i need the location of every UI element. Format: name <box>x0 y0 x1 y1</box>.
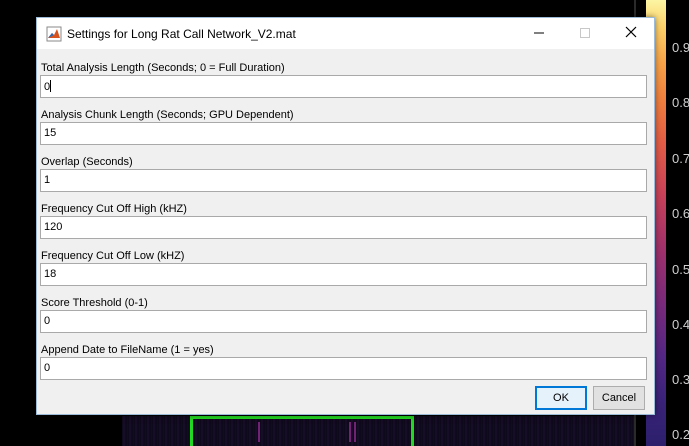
field-label-score-threshold: Score Threshold (0-1) <box>41 297 148 309</box>
close-icon <box>625 25 637 43</box>
append-date-input[interactable]: 0 <box>40 357 647 380</box>
close-button[interactable] <box>608 18 654 49</box>
dialog-title: Settings for Long Rat Call Network_V2.ma… <box>67 27 296 41</box>
maximize-icon <box>580 25 590 43</box>
colorbar-tick-label: 0.2 <box>672 427 689 442</box>
ok-button[interactable]: OK <box>535 386 587 410</box>
text-caret <box>50 80 52 92</box>
field-label-total-analysis-length: Total Analysis Length (Seconds; 0 = Full… <box>41 62 285 74</box>
call-selection-box[interactable] <box>190 416 414 446</box>
overlap-input[interactable]: 1 <box>40 169 647 192</box>
colorbar-tick-label: 0.3 <box>672 372 689 387</box>
frequency-cutoff-low-input[interactable]: 18 <box>40 263 647 286</box>
matlab-icon <box>46 26 62 42</box>
field-label-analysis-chunk-length: Analysis Chunk Length (Seconds; GPU Depe… <box>41 109 294 121</box>
colorbar-tick-label: 0.6 <box>672 206 689 221</box>
field-label-overlap: Overlap (Seconds) <box>41 156 133 168</box>
minimize-button[interactable] <box>516 18 562 49</box>
score-threshold-input[interactable]: 0 <box>40 310 647 333</box>
analysis-chunk-length-input[interactable]: 15 <box>40 122 647 145</box>
minimize-icon <box>534 25 544 43</box>
colorbar-tick-label: 0.8 <box>672 95 689 110</box>
colorbar-tick-label: 0.4 <box>672 317 689 332</box>
cancel-button[interactable]: Cancel <box>593 386 645 410</box>
dialog-titlebar[interactable]: Settings for Long Rat Call Network_V2.ma… <box>37 18 654 49</box>
colorbar-tick-label: 0.5 <box>672 262 689 277</box>
colorbar-tick-label: 0.7 <box>672 151 689 166</box>
field-label-append-date: Append Date to FileName (1 = yes) <box>41 344 214 356</box>
frequency-cutoff-high-input[interactable]: 120 <box>40 216 647 239</box>
field-label-frequency-cutoff-high: Frequency Cut Off High (kHZ) <box>41 203 187 215</box>
settings-dialog: Settings for Long Rat Call Network_V2.ma… <box>36 17 655 415</box>
field-label-frequency-cutoff-low: Frequency Cut Off Low (kHZ) <box>41 250 185 262</box>
total-analysis-length-input[interactable]: 0 <box>40 75 647 98</box>
colorbar-tick-label: 0.9 <box>672 40 689 55</box>
maximize-button <box>562 18 608 49</box>
